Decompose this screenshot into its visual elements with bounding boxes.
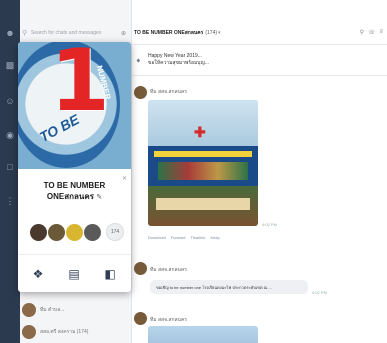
keep-icon[interactable]: □ xyxy=(4,162,16,172)
message-sender: ทีม สสจ.สกลนคร xyxy=(150,317,187,323)
album-icon[interactable]: ◧ xyxy=(103,267,117,281)
announcement-bar[interactable]: ➧ Happy New Year 2019... ขอให้ความสุขมาพ… xyxy=(132,44,387,76)
call-icon[interactable]: ☏ xyxy=(368,29,376,36)
chat-header: TO BE NUMBER ONEสกลนคร (174) ▾ ⚲ ☏ ≡ xyxy=(132,24,387,42)
menu-icon[interactable]: ≡ xyxy=(379,29,383,36)
message-sender: ทีม สสจ.สกลนคร xyxy=(150,89,187,95)
avatar[interactable] xyxy=(48,223,65,241)
timeline-icon[interactable]: ◉ xyxy=(4,130,16,140)
photo-actions: Download Forward Timeline Keep xyxy=(148,235,220,240)
message-time: 4:02 PM xyxy=(312,290,327,295)
add-friend-icon[interactable]: ☺ xyxy=(4,96,16,106)
red-cross-icon: ✚ xyxy=(194,124,206,140)
friends-icon[interactable]: ☻ xyxy=(4,28,16,38)
download-link[interactable]: Download xyxy=(148,235,166,240)
header-tools: ⚲ ☏ ≡ xyxy=(360,29,383,36)
members-more-button[interactable]: 174 xyxy=(106,223,124,241)
group-profile-popup: 1 TO BE NUMBER ✕ TO BE NUMBER ONEสกลนคร … xyxy=(18,42,131,292)
group-name: TO BE NUMBER ONEสกลนคร ✎ xyxy=(43,181,106,201)
message-sender: ทีม สสจ.สกลนคร xyxy=(150,267,187,273)
avatar[interactable] xyxy=(134,86,147,99)
announcement-line1: Happy New Year 2019... xyxy=(148,53,202,59)
chats-icon[interactable]: ▩ xyxy=(4,60,16,70)
message-bubble[interactable]: ขอเชิญ to be number one โรงเรียนดงมะไฟ ป… xyxy=(150,280,308,294)
chevron-down-icon[interactable]: ▾ xyxy=(218,30,221,36)
megaphone-icon: ➧ xyxy=(135,55,142,65)
group-cover-image: 1 TO BE NUMBER xyxy=(18,42,131,169)
member-avatars[interactable]: 174 xyxy=(30,220,124,244)
avatar[interactable] xyxy=(134,312,147,325)
chat-bubble-icon[interactable]: ❖ xyxy=(31,267,45,281)
announcement-line2: ขอให้ความสุขมาพร้อมบุญ... xyxy=(148,60,209,66)
avatar[interactable] xyxy=(84,223,101,241)
avatar[interactable] xyxy=(30,223,47,241)
keep-link[interactable]: Keep xyxy=(210,235,219,240)
notes-icon[interactable]: ▤ xyxy=(67,267,81,281)
divider xyxy=(18,254,131,255)
avatar[interactable] xyxy=(66,223,83,241)
chat-title[interactable]: TO BE NUMBER ONEสกลนคร xyxy=(134,29,203,37)
forward-link[interactable]: Forward xyxy=(171,235,186,240)
list-item[interactable]: ทีม ตำบล... xyxy=(22,300,128,320)
avatar xyxy=(22,325,36,339)
add-chat-icon[interactable]: ⊕ xyxy=(121,30,126,37)
search-icon: ⚲ xyxy=(22,30,28,37)
message-photo[interactable]: ✚ xyxy=(148,100,258,226)
search-bar[interactable]: ⚲ Search for chats and messages ⊕ xyxy=(22,26,126,40)
timeline-link[interactable]: Timeline xyxy=(190,235,205,240)
list-item[interactable]: สสอ.ศรี สงคราม (174) xyxy=(22,322,128,342)
avatar[interactable] xyxy=(134,262,147,275)
message-time: 4:02 PM xyxy=(262,222,277,227)
member-count: (174) xyxy=(205,30,218,36)
edit-icon[interactable]: ✎ xyxy=(96,194,102,201)
search-input[interactable]: Search for chats and messages xyxy=(31,30,121,36)
more-icon[interactable]: ⋮ xyxy=(4,196,16,206)
search-icon[interactable]: ⚲ xyxy=(360,29,364,36)
message-photo[interactable] xyxy=(148,326,258,343)
app-sidebar-rail: ☻ ▩ ☺ ◉ □ ⋮ xyxy=(0,0,20,343)
chat-main-area: TO BE NUMBER ONEสกลนคร (174) ▾ ⚲ ☏ ≡ ➧ H… xyxy=(132,0,387,343)
avatar xyxy=(22,303,36,317)
